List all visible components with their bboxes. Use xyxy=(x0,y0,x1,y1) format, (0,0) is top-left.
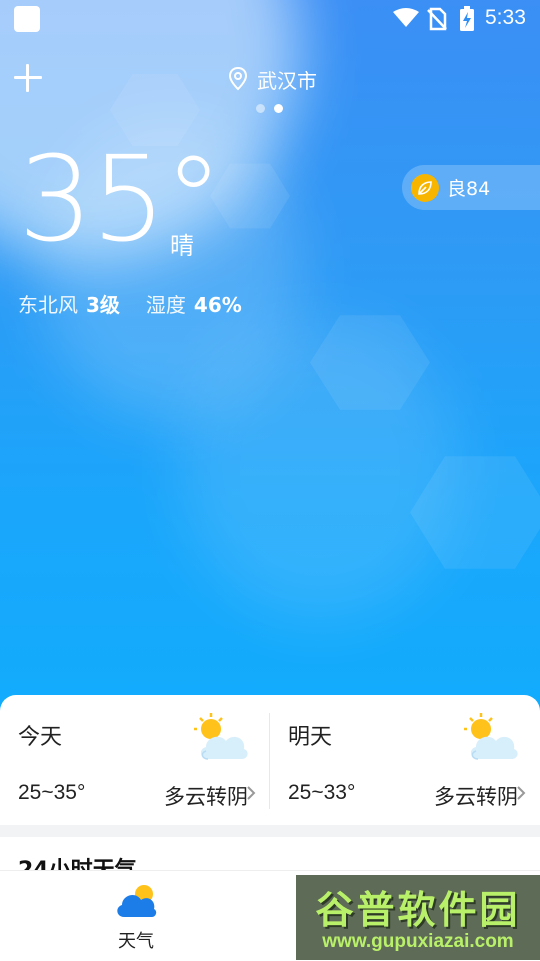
nav-label: 天气 xyxy=(118,931,154,952)
nav-item-weather[interactable]: 天气 xyxy=(106,881,166,953)
chevron-right-icon xyxy=(517,786,526,800)
app-square-icon xyxy=(14,6,40,32)
page-dot-active xyxy=(274,104,283,113)
forecast-temp-range: 25~33° xyxy=(288,781,356,804)
wind-humidity-row: 东北风 3级 湿度 46% xyxy=(18,289,268,318)
no-sim-icon xyxy=(427,7,447,31)
wifi-icon xyxy=(393,8,419,27)
humidity-value: 46% xyxy=(193,293,242,317)
clock: 5:33 xyxy=(485,6,526,29)
watermark-logo: 谷普软件园 www.gupuxiazai.com xyxy=(296,875,540,960)
page-dot xyxy=(256,104,265,113)
location-pin-icon xyxy=(228,67,248,91)
air-quality-badge[interactable]: 良84 xyxy=(402,165,540,210)
city-name: 武汉市 xyxy=(257,68,317,93)
page-indicator xyxy=(256,104,292,113)
location-header[interactable]: 武汉市 xyxy=(228,64,317,94)
forecast-today[interactable]: 今天 25~35° 多云转阴 xyxy=(0,695,270,825)
leaf-icon xyxy=(411,173,439,202)
humidity-label: 湿度 xyxy=(145,293,186,317)
forecast-description: 多云转阴 xyxy=(164,785,248,809)
section-gap xyxy=(0,825,540,837)
forecast-description: 多云转阴 xyxy=(434,785,518,809)
forecast-temp-range: 25~35° xyxy=(18,781,86,804)
partly-cloudy-icon xyxy=(464,713,518,760)
watermark-title: 谷普软件园 xyxy=(315,888,521,932)
watermark-url: www.gupuxiazai.com xyxy=(322,931,514,952)
chevron-right-icon xyxy=(247,786,256,800)
status-bar: 5:33 xyxy=(0,0,540,36)
forecast-day-label: 明天 xyxy=(288,725,333,750)
forecast-card: 今天 25~35° 多云转阴 明天 25~33° 多云转阴 xyxy=(0,695,540,825)
current-condition: 晴 xyxy=(170,232,194,260)
wind-value: 3级 xyxy=(86,293,120,317)
forecast-day-label: 今天 xyxy=(18,725,63,750)
forecast-tomorrow[interactable]: 明天 25~33° 多云转阴 xyxy=(270,695,540,825)
weather-cloud-icon xyxy=(117,885,157,917)
partly-cloudy-icon xyxy=(194,713,248,760)
battery-charging-icon xyxy=(460,6,474,31)
add-city-button[interactable] xyxy=(14,64,42,92)
wind-label: 东北风 xyxy=(18,293,78,317)
aqi-value: 良84 xyxy=(447,178,491,200)
